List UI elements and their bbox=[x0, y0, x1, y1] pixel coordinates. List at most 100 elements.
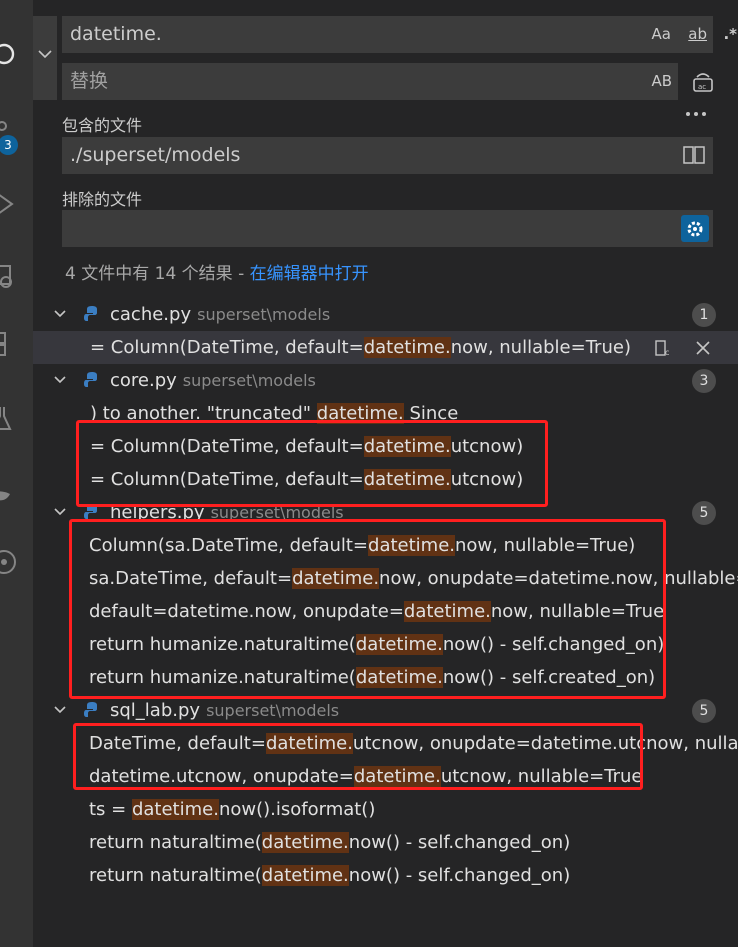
match-row[interactable]: DateTime, default=datetime.utcnow, onupd… bbox=[33, 727, 738, 760]
open-in-editor-link[interactable]: 在编辑器中打开 bbox=[250, 264, 369, 284]
match-row[interactable]: datetime.utcnow, onupdate=datetime.utcno… bbox=[33, 760, 738, 793]
match-row[interactable]: return humanize.naturaltime(datetime.now… bbox=[33, 628, 738, 661]
match-row[interactable]: return naturaltime(datetime.now() - self… bbox=[33, 826, 738, 859]
match-row[interactable]: Column(sa.DateTime, default=datetime.now… bbox=[33, 529, 738, 562]
match-text: ) to another. "truncated" datetime. Sinc… bbox=[90, 397, 458, 430]
file-path: superset\models bbox=[197, 305, 331, 324]
match-text: DateTime, default=datetime.utcnow, onupd… bbox=[89, 727, 738, 760]
match-prefix: = Column(DateTime, default= bbox=[90, 469, 364, 490]
chevron-down-icon bbox=[54, 310, 66, 318]
match-highlight: datetime. bbox=[261, 865, 349, 886]
match-row[interactable]: ) to another. "truncated" datetime. Sinc… bbox=[33, 397, 738, 430]
match-text: ts = datetime.now().isoformat() bbox=[89, 793, 375, 826]
regex-toggle[interactable]: .* bbox=[723, 16, 737, 53]
extensions-icon[interactable] bbox=[0, 330, 20, 358]
exclude-files-input[interactable] bbox=[62, 210, 713, 247]
match-row[interactable]: ts = datetime.now().isoformat() bbox=[33, 793, 738, 826]
match-highlight: datetime. bbox=[316, 403, 404, 424]
file-row-core[interactable]: core.py superset\models 3 bbox=[33, 364, 738, 397]
match-prefix: = Column(DateTime, default= bbox=[90, 436, 364, 457]
chevron-down-icon bbox=[54, 706, 66, 714]
chevron-down-icon bbox=[54, 376, 66, 384]
match-suffix: now().isoformat() bbox=[218, 799, 376, 820]
replace-input[interactable]: 替换 AB bbox=[62, 63, 678, 100]
chevron-down-icon bbox=[54, 508, 66, 516]
run-debug-icon[interactable] bbox=[0, 190, 20, 218]
activity-bar: 3 bbox=[0, 0, 33, 947]
match-text: datetime.utcnow, onupdate=datetime.utcno… bbox=[89, 760, 642, 793]
match-row[interactable]: return humanize.naturaltime(datetime.now… bbox=[33, 661, 738, 694]
match-suffix: utcnow, nullable=True bbox=[440, 766, 643, 787]
python-file-icon bbox=[84, 702, 97, 717]
file-name: cache.py superset\models bbox=[110, 298, 330, 331]
search-panel: datetime. Aa ab .* 替换 AB ac 包含的文件 ./supe… bbox=[33, 0, 738, 947]
use-exclude-settings-button[interactable] bbox=[681, 215, 709, 242]
file-path: superset\models bbox=[182, 371, 316, 390]
python-file-icon bbox=[84, 372, 97, 387]
match-prefix: return humanize.naturaltime( bbox=[89, 667, 356, 688]
match-prefix: return naturaltime( bbox=[89, 865, 262, 886]
match-row[interactable]: default=datetime.now, onupdate=datetime.… bbox=[33, 595, 738, 628]
match-row[interactable]: sa.DateTime, default=datetime.now, onupd… bbox=[33, 562, 738, 595]
source-control-badge: 3 bbox=[0, 135, 18, 155]
include-files-value: ./superset/models bbox=[70, 144, 241, 166]
match-highlight: datetime. bbox=[363, 469, 451, 490]
more-options-icon[interactable] bbox=[683, 107, 709, 121]
match-highlight: datetime. bbox=[261, 832, 349, 853]
results-summary: 4 文件中有 14 个结果 - 在编辑器中打开 bbox=[65, 259, 369, 284]
match-highlight: datetime. bbox=[265, 733, 353, 754]
remote-explorer-icon[interactable] bbox=[0, 262, 20, 290]
match-count-badge: 1 bbox=[692, 303, 716, 327]
include-files-input[interactable]: ./superset/models bbox=[62, 137, 713, 174]
whole-word-toggle[interactable]: ab bbox=[688, 16, 707, 53]
account-icon[interactable] bbox=[0, 548, 20, 576]
file-row-cache[interactable]: cache.py superset\models 1 bbox=[33, 298, 738, 331]
testing-icon[interactable] bbox=[0, 404, 20, 432]
match-text: = Column(DateTime, default=datetime.utcn… bbox=[90, 463, 523, 496]
dismiss-match-icon[interactable] bbox=[694, 339, 712, 357]
replace-all-icon[interactable]: ac bbox=[692, 71, 714, 93]
match-suffix: now() - self.changed_on) bbox=[348, 865, 571, 886]
search-input[interactable]: datetime. Aa ab .* bbox=[62, 16, 737, 53]
match-text: = Column(DateTime, default=datetime.utcn… bbox=[90, 430, 523, 463]
match-row[interactable]: return naturaltime(datetime.now() - self… bbox=[33, 859, 738, 892]
file-path: superset\models bbox=[210, 503, 344, 522]
match-highlight: datetime. bbox=[368, 535, 456, 556]
match-count-badge: 5 bbox=[692, 501, 716, 525]
file-name-text: helpers.py bbox=[110, 502, 205, 523]
match-prefix: Column(sa.DateTime, default= bbox=[89, 535, 369, 556]
match-text: = Column(DateTime, default=datetime.now,… bbox=[90, 331, 631, 364]
match-prefix: default=datetime.now, onupdate= bbox=[89, 601, 404, 622]
exclude-files-label: 排除的文件 bbox=[62, 190, 143, 209]
match-suffix: now, nullable=True bbox=[490, 601, 665, 622]
match-highlight: datetime. bbox=[403, 601, 491, 622]
match-case-toggle[interactable]: Aa bbox=[652, 16, 671, 53]
match-count-badge: 5 bbox=[692, 699, 716, 723]
match-prefix: DateTime, default= bbox=[89, 733, 266, 754]
match-row[interactable]: = Column(DateTime, default=datetime.utcn… bbox=[33, 430, 738, 463]
svg-text:c: c bbox=[665, 348, 669, 357]
include-files-label: 包含的文件 bbox=[62, 116, 143, 135]
docker-icon[interactable] bbox=[0, 478, 20, 506]
search-icon[interactable] bbox=[0, 40, 20, 68]
match-text: return humanize.naturaltime(datetime.now… bbox=[89, 628, 664, 661]
gear-icon bbox=[687, 221, 703, 237]
file-row-sql-lab[interactable]: sql_lab.py superset\models 5 bbox=[33, 694, 738, 727]
replace-input-placeholder: 替换 bbox=[70, 70, 109, 92]
file-name-text: sql_lab.py bbox=[110, 700, 201, 721]
match-highlight: datetime. bbox=[292, 568, 380, 589]
match-row[interactable]: = Column(DateTime, default=datetime.now,… bbox=[33, 331, 738, 364]
match-prefix: sa.DateTime, default= bbox=[89, 568, 293, 589]
match-highlight: datetime. bbox=[353, 766, 441, 787]
file-row-helpers[interactable]: helpers.py superset\models 5 bbox=[33, 496, 738, 529]
replace-match-icon[interactable]: c bbox=[655, 339, 673, 357]
preserve-case-toggle[interactable]: AB bbox=[651, 63, 672, 100]
match-highlight: datetime. bbox=[363, 337, 451, 358]
file-name-text: core.py bbox=[110, 370, 177, 391]
match-highlight: datetime. bbox=[355, 634, 443, 655]
match-count-badge: 3 bbox=[692, 369, 716, 393]
open-editors-only-icon[interactable] bbox=[683, 146, 705, 164]
match-row[interactable]: = Column(DateTime, default=datetime.utcn… bbox=[33, 463, 738, 496]
toggle-replace-button[interactable] bbox=[33, 16, 57, 100]
match-text: return naturaltime(datetime.now() - self… bbox=[89, 826, 570, 859]
